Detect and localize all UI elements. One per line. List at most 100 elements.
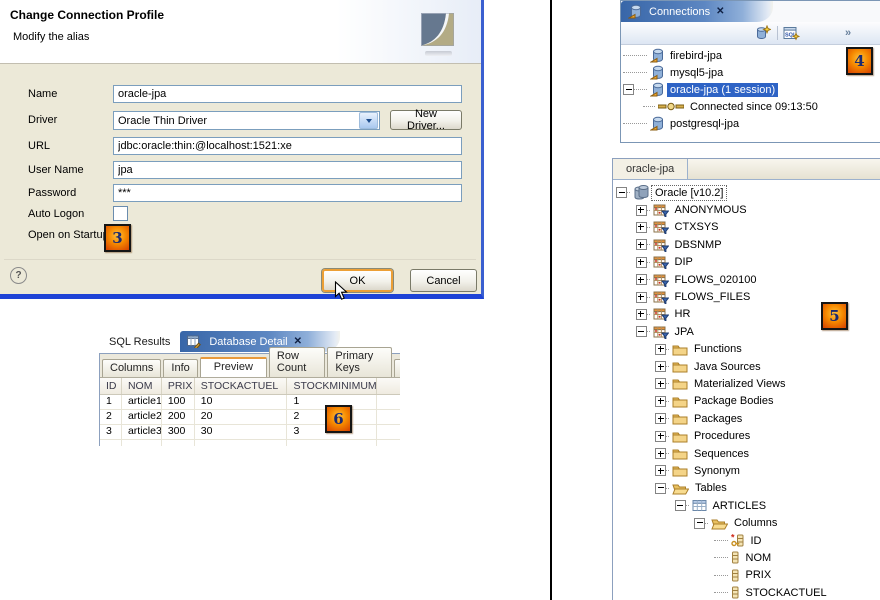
minus-expander-icon[interactable]	[636, 326, 647, 337]
close-icon[interactable]: ✕	[716, 6, 724, 17]
tree-item[interactable]: Tables	[613, 480, 880, 497]
tree-item-label[interactable]: mysql5-jpa	[667, 66, 726, 80]
tree-item-label[interactable]: Synonym	[691, 464, 743, 478]
plus-expander-icon[interactable]	[636, 274, 647, 285]
ok-button[interactable]: OK	[322, 269, 393, 292]
tree-item-label[interactable]: Java Sources	[691, 360, 764, 374]
tree-expander-slot[interactable]	[694, 518, 710, 529]
driver-combo[interactable]: Oracle Thin Driver	[113, 111, 380, 130]
plus-expander-icon[interactable]	[636, 222, 647, 233]
tree-item-label[interactable]: CTXSYS	[672, 220, 722, 234]
url-input[interactable]	[113, 137, 462, 155]
tab-sql-results[interactable]: SQL Results	[99, 331, 180, 353]
column-header[interactable]: NOM	[122, 378, 162, 394]
tree-item-label[interactable]: Oracle [v10.2]	[652, 186, 726, 200]
tree-expander-slot[interactable]	[655, 483, 671, 494]
subtab-preview[interactable]: Preview	[200, 357, 267, 377]
tree-expander-slot[interactable]	[655, 431, 671, 442]
tree-item-label[interactable]: Materialized Views	[691, 377, 789, 391]
minus-expander-icon[interactable]	[694, 518, 705, 529]
tree-item[interactable]: *ID	[613, 532, 880, 549]
tree-item[interactable]: firebird-jpa	[621, 47, 880, 64]
plus-expander-icon[interactable]	[636, 205, 647, 216]
tree-item-label[interactable]: Sequences	[691, 447, 752, 461]
tree-item-label[interactable]: Package Bodies	[691, 394, 777, 408]
tree-item-label[interactable]: oracle-jpa (1 session)	[667, 83, 778, 97]
tree-item-label[interactable]: NOM	[743, 551, 775, 565]
tree-item-label[interactable]: Connected since 09:13:50	[687, 100, 821, 114]
tree-item[interactable]: Materialized Views	[613, 375, 880, 392]
new-sql-scrapbook-icon[interactable]: SQL	[783, 25, 800, 44]
cancel-button[interactable]: Cancel	[410, 269, 477, 292]
subtab-row-count[interactable]: Row Count	[269, 347, 325, 377]
minus-expander-icon[interactable]	[655, 483, 666, 494]
subtab-exp[interactable]: Exp	[394, 359, 400, 377]
tree-item[interactable]: Oracle [v10.2]	[613, 184, 880, 201]
tree-item-label[interactable]: Columns	[731, 516, 780, 530]
plus-expander-icon[interactable]	[636, 239, 647, 250]
tree-item[interactable]: Packages	[613, 410, 880, 427]
tree-item[interactable]: Procedures	[613, 427, 880, 444]
column-header[interactable]: STOCKACTUEL	[195, 378, 288, 394]
plus-expander-icon[interactable]	[655, 431, 666, 442]
plus-expander-icon[interactable]	[655, 344, 666, 355]
tree-item[interactable]: Connected since 09:13:50	[621, 98, 880, 115]
tree-item[interactable]: Java Sources	[613, 358, 880, 375]
tab-oracle-jpa[interactable]: oracle-jpa	[613, 159, 688, 179]
table-row[interactable]: 3article3300303	[100, 425, 400, 440]
help-icon[interactable]: ?	[10, 267, 27, 284]
tree-item-label[interactable]: postgresql-jpa	[667, 117, 742, 131]
tree-expander-slot[interactable]	[655, 465, 671, 476]
tree-item[interactable]: NOM	[613, 549, 880, 566]
tree-item-label[interactable]: JPA	[672, 325, 697, 339]
tree-item-label[interactable]: ANONYMOUS	[672, 203, 750, 217]
new-connection-profile-icon[interactable]	[755, 25, 771, 44]
tree-item[interactable]: PRIX	[613, 567, 880, 584]
plus-expander-icon[interactable]	[636, 292, 647, 303]
tree-item-label[interactable]: Procedures	[691, 429, 753, 443]
tree-expander-slot[interactable]	[623, 84, 649, 95]
column-header[interactable]: STOCKMINIMUM	[287, 378, 377, 394]
subtab-primary-keys[interactable]: Primary Keys	[327, 347, 392, 377]
tree-item[interactable]: Columns	[613, 514, 880, 531]
tree-expander-slot[interactable]	[636, 257, 652, 268]
table-row[interactable]	[100, 440, 400, 446]
subtab-info[interactable]: Info	[163, 359, 197, 377]
plus-expander-icon[interactable]	[655, 361, 666, 372]
tree-item[interactable]: STOCKACTUEL	[613, 584, 880, 600]
name-input[interactable]	[113, 85, 462, 103]
tree-expander-slot[interactable]	[636, 239, 652, 250]
tree-item[interactable]: oracle-jpa (1 session)	[621, 81, 880, 98]
plus-expander-icon[interactable]	[655, 448, 666, 459]
tree-item-label[interactable]: FLOWS_FILES	[672, 290, 754, 304]
plus-expander-icon[interactable]	[636, 309, 647, 320]
plus-expander-icon[interactable]	[655, 396, 666, 407]
new-driver-button[interactable]: New Driver...	[390, 110, 462, 130]
tree-item-label[interactable]: Tables	[692, 481, 730, 495]
password-input[interactable]	[113, 184, 462, 202]
tree-item[interactable]: FLOWS_020100	[613, 271, 880, 288]
tree-item-label[interactable]: Functions	[691, 342, 745, 356]
tab-connections[interactable]: Connections ✕	[621, 1, 773, 22]
username-input[interactable]	[113, 161, 462, 179]
tree-expander-slot[interactable]	[636, 222, 652, 233]
tree-item-label[interactable]: DIP	[672, 255, 696, 269]
tree-item[interactable]: Sequences	[613, 445, 880, 462]
tree-item-label[interactable]: Packages	[691, 412, 745, 426]
tree-expander-slot[interactable]	[655, 413, 671, 424]
tree-item[interactable]: Synonym	[613, 462, 880, 479]
tree-item[interactable]: postgresql-jpa	[621, 115, 880, 132]
table-row[interactable]: 1article1100101	[100, 395, 400, 410]
tree-expander-slot[interactable]	[655, 344, 671, 355]
plus-expander-icon[interactable]	[655, 378, 666, 389]
tree-item[interactable]: DIP	[613, 254, 880, 271]
tree-item[interactable]: mysql5-jpa	[621, 64, 880, 81]
column-header[interactable]: ID	[100, 378, 122, 394]
tree-item-label[interactable]: STOCKACTUEL	[743, 586, 830, 600]
tree-expander-slot[interactable]	[636, 326, 652, 337]
tree-item-label[interactable]: HR	[672, 307, 694, 321]
minus-expander-icon[interactable]	[616, 187, 627, 198]
tree-expander-slot[interactable]	[636, 205, 652, 216]
table-row[interactable]: 2article2200202	[100, 410, 400, 425]
column-header[interactable]: PRIX	[162, 378, 195, 394]
